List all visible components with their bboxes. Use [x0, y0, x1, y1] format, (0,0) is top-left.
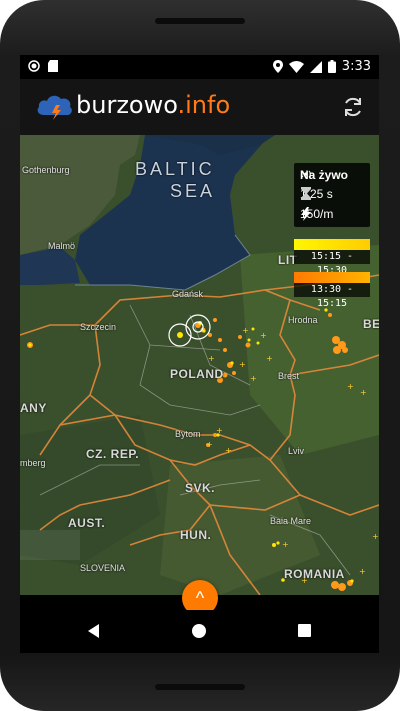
lightning-map[interactable]: + + + + + + + + + + + + + + + BALTIC SEA… — [20, 135, 379, 595]
city-label: Gdańsk — [172, 289, 204, 299]
svg-text:+: + — [225, 446, 232, 455]
city-label: Hrodna — [288, 315, 318, 325]
svg-text:+: + — [239, 360, 246, 369]
svg-text:+: + — [347, 382, 354, 391]
country-label: ROMANIA — [284, 567, 345, 581]
svg-text:+: + — [242, 326, 249, 335]
city-label: Gothenburg — [22, 165, 70, 175]
city-label: mberg — [20, 458, 46, 468]
city-label: Brest — [278, 371, 300, 381]
svg-text:+: + — [372, 532, 379, 541]
svg-text:+: + — [266, 354, 273, 363]
svg-text:+: + — [260, 331, 267, 340]
sea-label: BALTIC — [135, 159, 215, 179]
record-icon — [28, 60, 40, 72]
legend-range-older: 13:30 - 15:15 — [294, 283, 370, 309]
svg-text:+: + — [359, 567, 366, 576]
hourglass-icon — [301, 187, 311, 200]
home-icon[interactable] — [192, 624, 206, 638]
app-bar: burzowo.info — [20, 79, 379, 135]
country-label: SVK. — [185, 481, 216, 495]
lightning-bolt-icon — [301, 207, 311, 221]
broadcast-icon — [301, 170, 311, 178]
sd-card-icon — [48, 60, 58, 72]
svg-text:+: + — [360, 388, 367, 397]
brand-suffix: .info — [177, 91, 231, 119]
country-label: ANY — [20, 401, 47, 415]
svg-text:+: + — [206, 440, 213, 449]
signal-icon — [309, 60, 322, 73]
city-label: Malmö — [48, 241, 76, 251]
svg-text:+: + — [216, 426, 223, 435]
country-label: SLOVENIA — [80, 563, 126, 573]
bottom-speaker — [155, 684, 245, 690]
city-label: Baia Mare — [270, 516, 312, 526]
legend-color-older — [294, 272, 370, 283]
city-label: Lviv — [288, 446, 305, 456]
chevron-up-icon: ^ — [195, 588, 205, 608]
refresh-icon[interactable] — [341, 95, 365, 119]
country-label: HUN. — [180, 528, 212, 542]
phone-frame: 3:33 burzowo.info + + + + + + + + + + + … — [0, 0, 400, 711]
recents-icon[interactable] — [298, 624, 311, 637]
city-label: Bytom — [175, 429, 201, 439]
location-icon — [272, 60, 283, 73]
brand-main: burzowo — [76, 91, 178, 119]
top-speaker — [155, 18, 245, 24]
legend-color-recent — [294, 239, 370, 250]
country-label: CZ. REP. — [86, 447, 140, 461]
live-panel[interactable]: Na żywo 1.25 s 150/m — [294, 163, 370, 227]
status-bar: 3:33 — [20, 55, 379, 79]
legend-range-recent: 15:15 - 15:30 — [294, 250, 370, 276]
svg-text:+: + — [208, 354, 215, 363]
wifi-icon — [288, 60, 304, 73]
screen: 3:33 burzowo.info + + + + + + + + + + + … — [20, 55, 379, 653]
country-label: POLAND — [170, 367, 224, 381]
svg-text:+: + — [250, 374, 257, 383]
country-label: BE — [363, 317, 379, 331]
storm-cloud-logo-icon — [37, 95, 72, 120]
svg-text:+: + — [282, 540, 289, 549]
battery-icon — [327, 60, 336, 73]
brand-title: burzowo.info — [76, 91, 230, 119]
city-label: Szczecin — [80, 322, 117, 332]
sea-label-2: SEA — [170, 181, 216, 201]
clock: 3:33 — [341, 59, 371, 74]
country-label: AUST. — [68, 516, 106, 530]
navigation-bar — [20, 610, 379, 653]
back-icon[interactable] — [88, 624, 99, 638]
